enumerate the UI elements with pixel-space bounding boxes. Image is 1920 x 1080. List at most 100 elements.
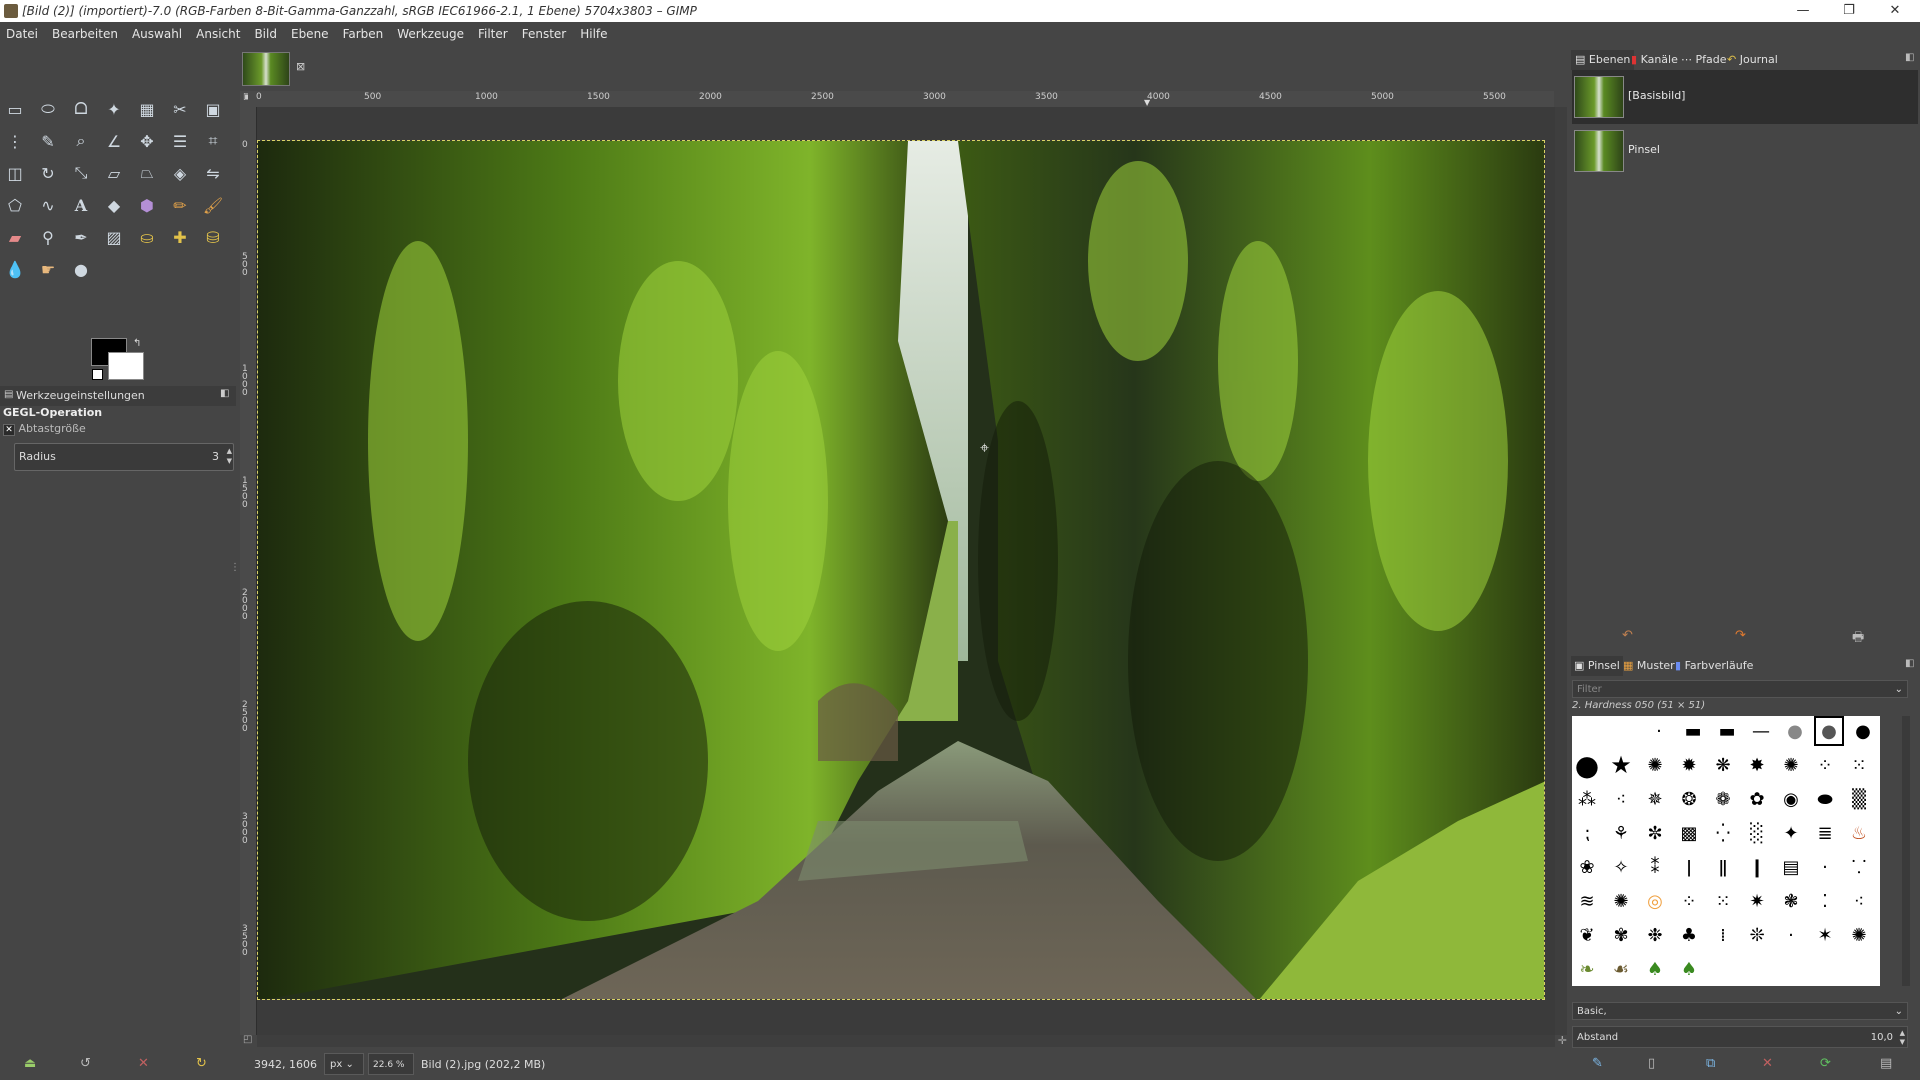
menu-fenster[interactable]: Fenster	[515, 22, 574, 46]
menu-farben[interactable]: Farben	[336, 22, 391, 46]
edit-brush-icon[interactable]: ✎	[1592, 1056, 1603, 1071]
brush-item[interactable]: ⬬	[1810, 784, 1840, 814]
brush-item[interactable]: ●	[1848, 716, 1878, 746]
clear-history-icon[interactable]: 🖶	[1852, 628, 1864, 650]
measure-icon[interactable]: ∠	[101, 128, 127, 154]
brush-item[interactable]: ✹	[1674, 750, 1704, 780]
navigate-cross-icon[interactable]: ✛	[1558, 1034, 1567, 1047]
unit-dropdown[interactable]: px ⌄	[324, 1053, 364, 1075]
redo-icon[interactable]: ↷	[1735, 628, 1746, 643]
brush-item[interactable]: ❋	[1708, 750, 1738, 780]
dock-menu-icon[interactable]: ◧	[1905, 658, 1914, 669]
brush-item[interactable]: ⸪	[1844, 852, 1874, 882]
paths-icon[interactable]: ⋮	[2, 128, 28, 154]
brush-item[interactable]: ✺	[1640, 750, 1670, 780]
brush-item[interactable]: ǀ	[1674, 852, 1704, 882]
brush-item[interactable]: ✿	[1742, 784, 1772, 814]
rect-select-icon[interactable]: ▭	[2, 96, 28, 122]
brush-item[interactable]: ❂	[1674, 784, 1704, 814]
brush-item[interactable]: ❙	[1742, 852, 1772, 882]
brush-item[interactable]: ⁂	[1572, 784, 1602, 814]
brush-item[interactable]: ✸	[1742, 750, 1772, 780]
brush-item[interactable]: ▬	[1678, 716, 1708, 746]
reset-colors-icon[interactable]	[92, 369, 103, 380]
brush-item[interactable]: ♨	[1844, 818, 1874, 848]
horizontal-ruler[interactable]: 0 500 1000 1500 2000 2500 3000 3500 4000…	[248, 91, 1554, 108]
image-tab-close-icon[interactable]: ⊠	[296, 60, 305, 73]
brush-item[interactable]: ◉	[1776, 784, 1806, 814]
sample-size-checkbox[interactable]: ✕	[3, 424, 15, 436]
tab-kanaele[interactable]: ▮ Kanäle	[1631, 50, 1678, 70]
brush-item[interactable]: ▤	[1776, 852, 1806, 882]
brush-item-selected[interactable]: ●	[1814, 716, 1844, 746]
spacing-spin-arrows-icon[interactable]: ▲ ▼	[1900, 1029, 1905, 1047]
brush-item[interactable]: ▒	[1844, 784, 1874, 814]
chevron-down-icon[interactable]: ⌄	[1895, 681, 1903, 699]
restore-tool-preset-icon[interactable]: ↺	[80, 1056, 91, 1071]
perspective-icon[interactable]: ⏢	[134, 160, 160, 186]
eraser-icon[interactable]: ▰	[2, 224, 28, 250]
cage-transform-icon[interactable]: ⬠	[2, 192, 28, 218]
scissors-icon[interactable]: ✂	[167, 96, 193, 122]
menu-datei[interactable]: Datei	[0, 22, 45, 46]
brush-item[interactable]: ·	[1810, 852, 1840, 882]
navigate-icon[interactable]: ◰	[243, 1034, 252, 1045]
delete-tool-preset-icon[interactable]: ✕	[138, 1056, 149, 1071]
mypaint-brush-icon[interactable]: ▨	[101, 224, 127, 250]
pencil-icon[interactable]: ✏	[167, 192, 193, 218]
refresh-brushes-icon[interactable]: ⟳	[1820, 1056, 1831, 1071]
brush-item[interactable]: ░	[1742, 818, 1772, 848]
close-button[interactable]: ✕	[1872, 0, 1918, 22]
smudge-icon[interactable]: ☛	[35, 256, 61, 282]
swap-colors-icon[interactable]: ↰	[133, 338, 141, 349]
dodge-burn-icon[interactable]: ●	[68, 256, 94, 282]
menu-auswahl[interactable]: Auswahl	[125, 22, 189, 46]
fuzzy-select-icon[interactable]: ✦	[101, 96, 127, 122]
brush-item[interactable]: —	[1746, 716, 1776, 746]
brush-item[interactable]: ⁖	[1606, 784, 1636, 814]
brush-item[interactable]: ·	[1776, 920, 1806, 950]
brush-item[interactable]: ⁖	[1844, 886, 1874, 916]
brush-item[interactable]: ❁	[1708, 784, 1738, 814]
rotate-icon[interactable]: ↻	[35, 160, 61, 186]
brush-item[interactable]: ✺	[1606, 886, 1636, 916]
horizontal-scrollbar[interactable]: ◰ ✛	[243, 1034, 1567, 1047]
heal-icon[interactable]: ✚	[167, 224, 193, 250]
tab-pinsel[interactable]: ▣ Pinsel	[1571, 656, 1623, 676]
background-color-swatch[interactable]	[108, 352, 144, 380]
save-tool-preset-icon[interactable]: ⏏	[24, 1056, 36, 1071]
brush-item[interactable]: ❀	[1572, 852, 1602, 882]
brush-item[interactable]: ⁘	[1810, 750, 1840, 780]
brush-item[interactable]: ⁏	[1572, 818, 1602, 848]
brush-item[interactable]: ❉	[1640, 920, 1670, 950]
minimize-button[interactable]: —	[1780, 0, 1826, 22]
flip-icon[interactable]: ⇋	[200, 160, 226, 186]
brush-item[interactable]: ⚘	[1606, 818, 1636, 848]
brush-item[interactable]: ♣	[1674, 920, 1704, 950]
brush-item[interactable]: ❊	[1742, 920, 1772, 950]
brush-item[interactable]: ✺	[1776, 750, 1806, 780]
brush-star-icon[interactable]: ★	[1606, 750, 1636, 780]
brush-item[interactable]: ⁚	[1810, 886, 1840, 916]
radius-spin-arrows-icon[interactable]: ▲ ▼	[227, 446, 232, 466]
vertical-scrollbar[interactable]	[1555, 107, 1567, 1035]
vertical-ruler[interactable]: 0 500 1000 1500 2000 2500 3000 3500	[240, 107, 257, 1035]
shear-icon[interactable]: ▱	[101, 160, 127, 186]
menu-filter[interactable]: Filter	[471, 22, 515, 46]
brush-item[interactable]: ✦	[1776, 818, 1806, 848]
chevron-down-icon[interactable]: ⌄	[1895, 1003, 1903, 1021]
dock-menu-icon[interactable]: ◧	[1905, 52, 1914, 63]
airbrush-icon[interactable]: ⚲	[35, 224, 61, 250]
dock-menu-icon[interactable]: ◧	[220, 388, 229, 399]
pepper-brush-icon[interactable]: ♠	[1674, 954, 1704, 984]
paintbrush-icon[interactable]: 🖌	[200, 192, 226, 218]
brush-item[interactable]: ❃	[1776, 886, 1806, 916]
brush-item[interactable]: ⁙	[1708, 886, 1738, 916]
color-picker-icon[interactable]: ✎	[35, 128, 61, 154]
warp-transform-icon[interactable]: ∿	[35, 192, 61, 218]
brush-grid[interactable]: · ▬ ▬ — ● ● ● ● ★ ✺ ✹ ❋ ✸ ✺ ⁘ ⁙ ⁂ ⁖ ✵ ❂ …	[1572, 716, 1880, 986]
dock-resize-handle-icon[interactable]: ⋮	[230, 562, 240, 573]
tab-farbverlaeufe[interactable]: ▮ Farbverläufe	[1675, 656, 1753, 676]
brush-item[interactable]: ▩	[1674, 818, 1704, 848]
image-tab-thumbnail[interactable]	[242, 52, 290, 86]
